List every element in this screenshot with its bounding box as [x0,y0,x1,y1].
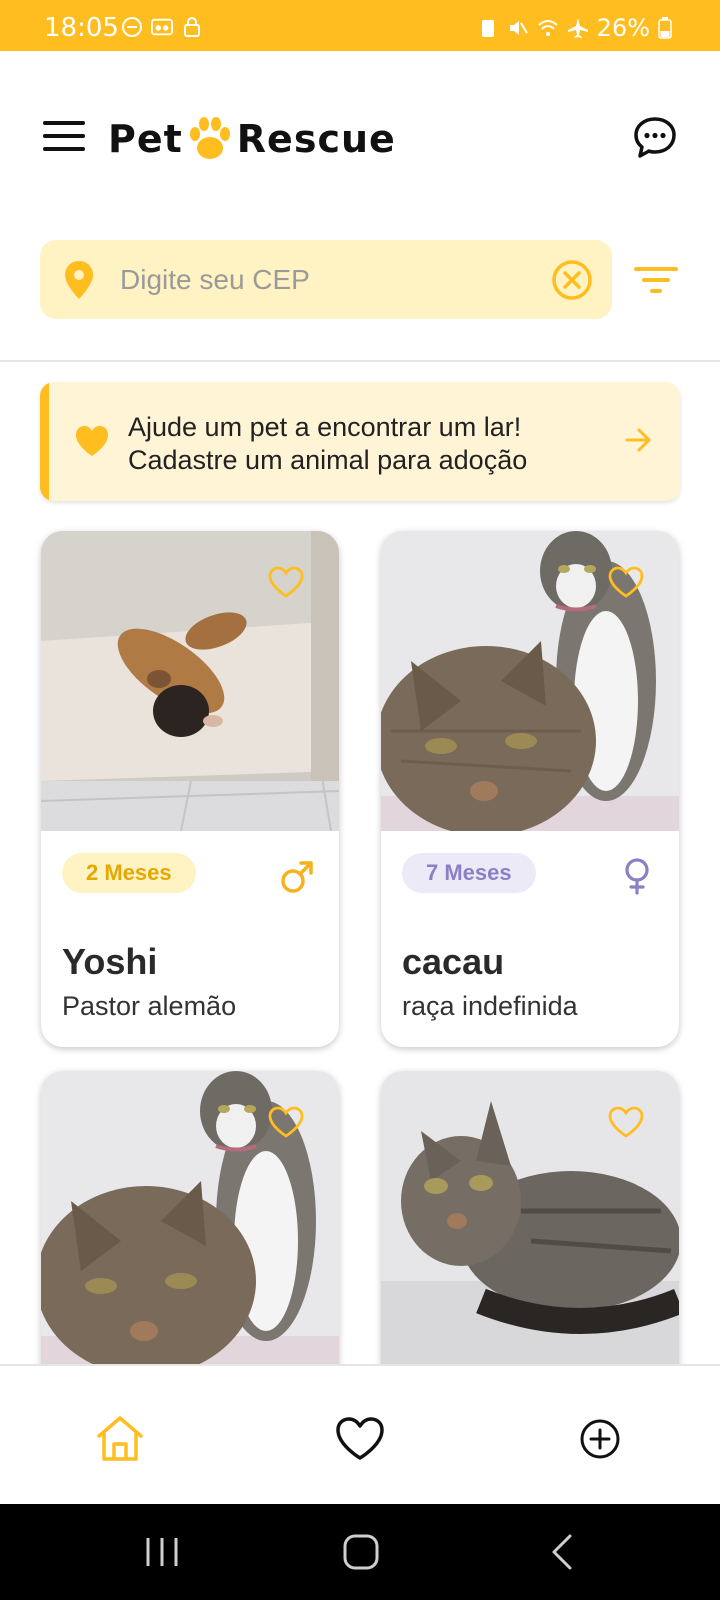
favorite-heart-icon[interactable] [607,1105,645,1139]
pet-age-badge: 7 Meses [402,853,536,893]
heart-icon [76,426,108,456]
filter-icon[interactable] [632,262,680,298]
banner-accent-bar [40,382,49,501]
pet-breed: Pastor alemão [62,991,237,1021]
banner-text: Ajude um pet a encontrar um lar! Cadastr… [128,411,527,477]
cep-search-box [40,240,612,319]
chat-bubble-icon[interactable] [632,115,678,161]
pet-breed: raça indefinida [402,991,578,1021]
male-icon [281,861,313,893]
location-pin-icon [65,261,93,299]
favorites-heart-icon[interactable] [335,1414,385,1464]
pet-card[interactable]: 2 Meses Yoshi Pastor alemão [41,531,339,1047]
header-divider [0,360,720,362]
female-icon [625,858,649,895]
battery-percent: 26% [596,14,650,42]
pet-name: Yoshi [62,941,158,982]
wifi-icon [537,20,558,36]
status-left-icons [121,16,203,38]
logo-text-pet: Pet [108,117,183,161]
mute-icon [509,21,528,35]
banner-line-1: Ajude um pet a encontrar um lar! [128,412,522,442]
recent-apps-icon[interactable] [140,1530,184,1574]
lock-icon [184,17,200,37]
logo-text-rescue: Rescue [236,117,396,161]
app-header: Pet Rescue [0,51,720,231]
favorite-heart-icon[interactable] [267,565,305,599]
paw-icon [189,117,230,159]
hamburger-menu-icon[interactable] [43,121,85,155]
back-icon[interactable] [542,1530,586,1574]
add-circle-icon[interactable] [575,1414,625,1464]
status-bar: 18:05 26% [0,0,720,51]
status-time: 18:05 [44,13,119,43]
system-navigation-bar [0,1504,720,1600]
clear-circle-icon[interactable] [551,259,593,301]
voicemail-icon [151,18,173,36]
status-right-icons: 26% [477,14,672,42]
app-logo: Pet Rescue [108,114,396,164]
battery-saver-icon [481,20,494,37]
home-button-icon[interactable] [339,1530,383,1574]
pet-age-badge: 2 Meses [62,853,196,893]
adoption-banner[interactable]: Ajude um pet a encontrar um lar! Cadastr… [40,382,680,501]
home-icon[interactable] [95,1414,145,1464]
airplane-icon [567,18,588,38]
dnd-icon [122,17,142,37]
pet-card[interactable]: 7 Meses cacau raça indefinida [381,531,679,1047]
favorite-heart-icon[interactable] [607,565,645,599]
pet-name: cacau [402,941,505,982]
battery-icon [658,17,672,39]
banner-line-2: Cadastre um animal para adoção [128,445,528,475]
arrow-right-icon[interactable] [624,426,654,454]
bottom-navigation [0,1364,720,1504]
cep-search-input[interactable] [120,240,540,319]
favorite-heart-icon[interactable] [267,1105,305,1139]
